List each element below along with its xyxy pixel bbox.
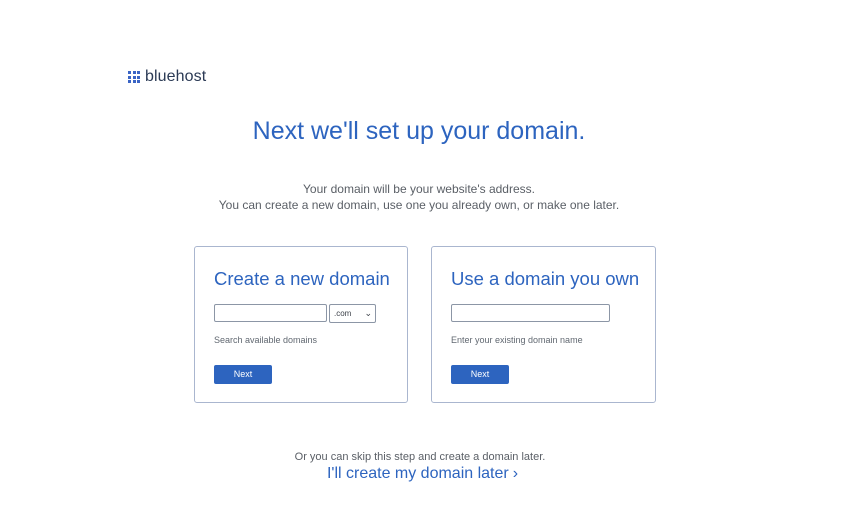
chevron-down-icon: ⌄ bbox=[364, 308, 372, 318]
new-domain-hint: Search available domains bbox=[214, 335, 318, 345]
create-domain-later-label: I'll create my domain later bbox=[326, 465, 509, 482]
new-domain-input[interactable] bbox=[214, 304, 327, 322]
create-domain-next-button[interactable]: Next bbox=[214, 365, 272, 384]
create-domain-later-link[interactable]: I'll create my domain later › bbox=[0, 465, 845, 483]
chevron-right-icon: › bbox=[512, 465, 519, 482]
create-domain-title: Create a new domain bbox=[214, 268, 390, 289]
own-domain-card: Use a domain you own Enter your existing… bbox=[431, 246, 656, 403]
page-title: Next we'll set up your domain. bbox=[252, 117, 586, 145]
grid-logo-icon bbox=[128, 71, 140, 83]
create-domain-card: Create a new domain .com ⌄ Search availa… bbox=[194, 246, 408, 403]
own-domain-title: Use a domain you own bbox=[451, 268, 640, 289]
intro-text: Your domain will be your website's addre… bbox=[0, 181, 838, 213]
bluehost-logo[interactable]: bluehost bbox=[128, 67, 206, 87]
tld-select[interactable]: .com ⌄ bbox=[329, 304, 376, 323]
logo-text: bluehost bbox=[145, 68, 207, 85]
existing-domain-input[interactable] bbox=[451, 304, 610, 322]
own-domain-next-button[interactable]: Next bbox=[451, 365, 509, 384]
intro-line-1: Your domain will be your website's addre… bbox=[303, 182, 535, 196]
intro-line-2: You can create a new domain, use one you… bbox=[218, 198, 620, 212]
tld-selected-value: .com bbox=[334, 309, 352, 318]
own-domain-hint: Enter your existing domain name bbox=[451, 335, 583, 345]
skip-text: Or you can skip this step and create a d… bbox=[294, 451, 546, 463]
